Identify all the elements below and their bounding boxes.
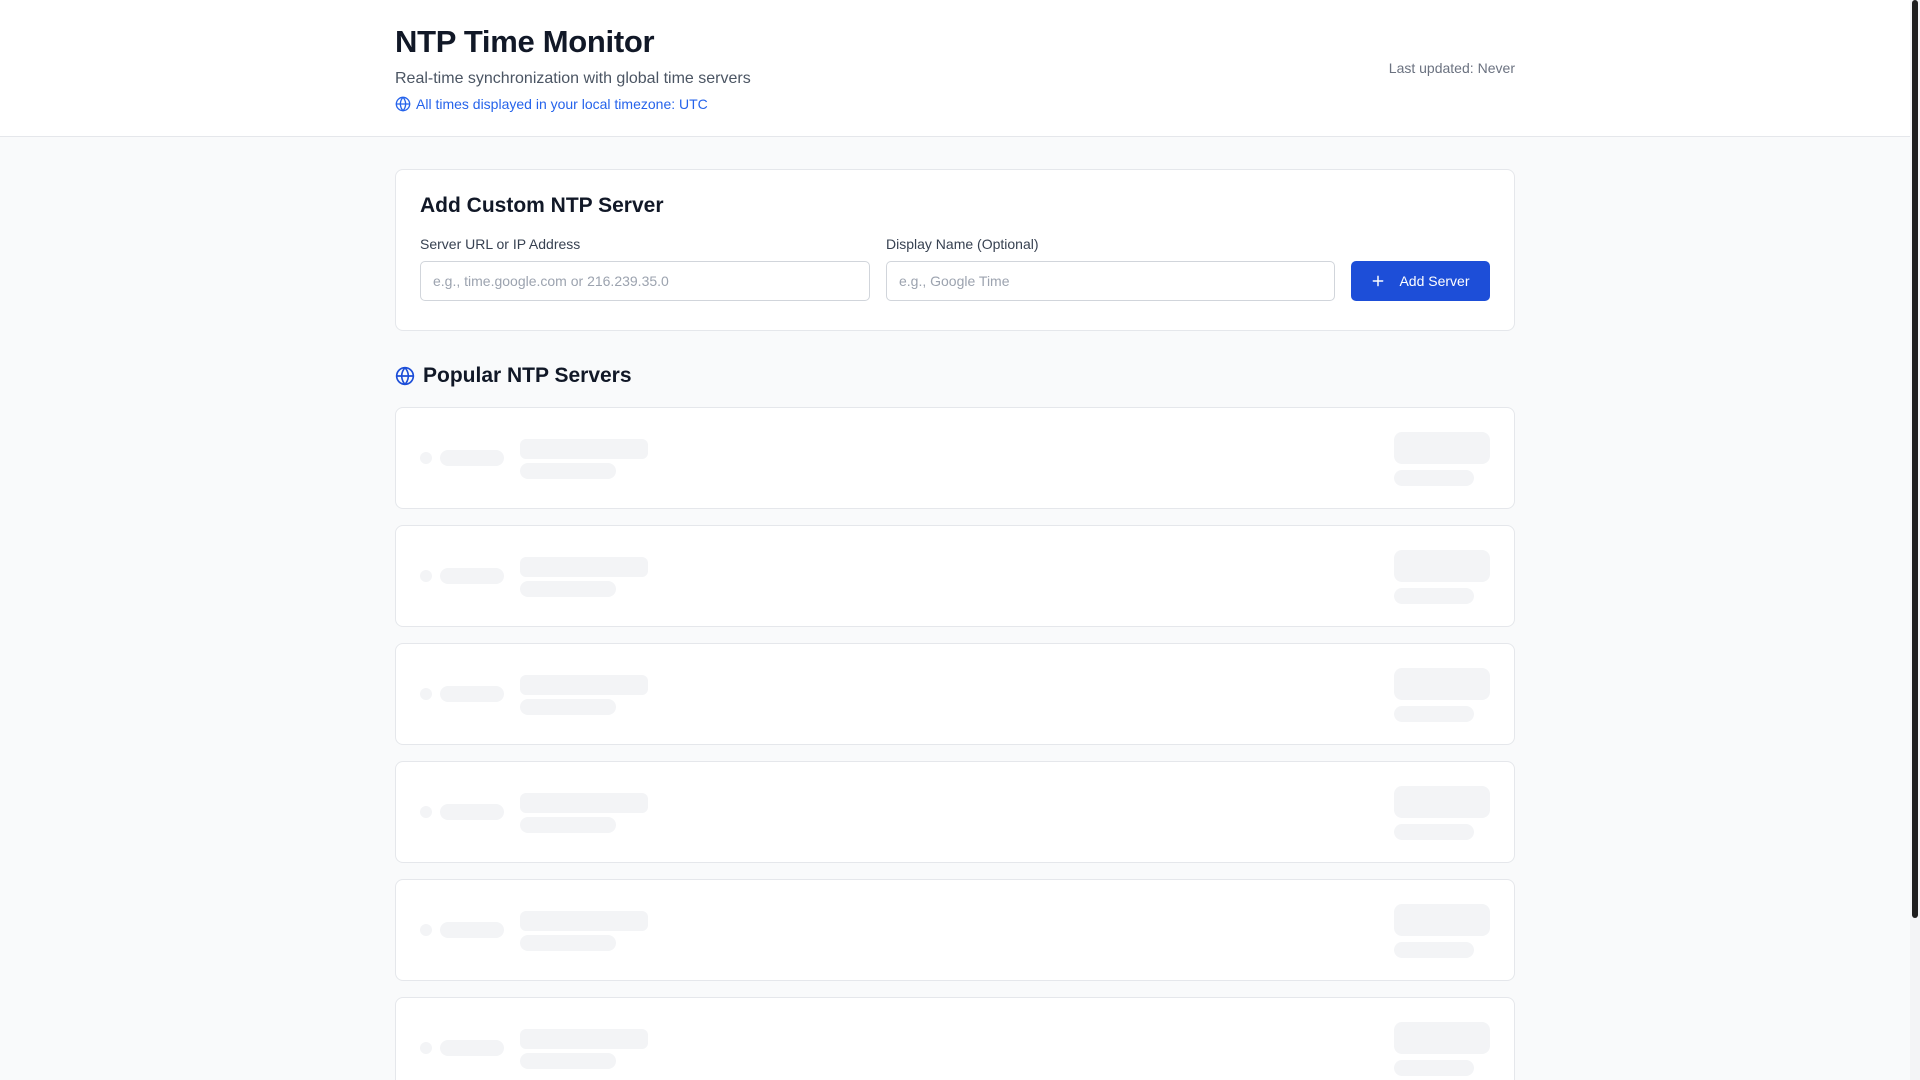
add-server-title: Add Custom NTP Server (420, 194, 664, 217)
scrollbar-thumb[interactable] (1912, 0, 1918, 918)
skeleton-status-label (440, 568, 504, 584)
last-updated: Last updated: Never (1389, 60, 1515, 76)
skeleton-server-host (520, 935, 616, 951)
server-card-loading (395, 997, 1515, 1080)
server-url-field: Server URL or IP Address (420, 236, 870, 301)
skeleton-time (1394, 432, 1490, 464)
server-card-loading (395, 761, 1515, 863)
display-name-label: Display Name (Optional) (886, 236, 1039, 252)
skeleton-status-label (440, 686, 504, 702)
display-name-input[interactable] (886, 261, 1335, 301)
add-server-form: Server URL or IP Address Display Name (O… (420, 236, 1490, 301)
skeleton-server-name (520, 439, 648, 459)
skeleton-server-host (520, 817, 616, 833)
skeleton-server-name (520, 911, 648, 931)
page-title: NTP Time Monitor (395, 24, 655, 59)
skeleton-status-label (440, 1040, 504, 1056)
skeleton-server-name (520, 793, 648, 813)
skeleton-time (1394, 904, 1490, 936)
display-name-field: Display Name (Optional) (886, 236, 1335, 301)
skeleton-server-host (520, 581, 616, 597)
add-server-card: Add Custom NTP Server Server URL or IP A… (395, 169, 1515, 331)
skeleton-time (1394, 1022, 1490, 1054)
header-content: NTP Time Monitor Real-time synchronizati… (395, 24, 1515, 112)
skeleton-offset (1394, 470, 1474, 486)
timezone-note-text: All times displayed in your local timezo… (416, 96, 708, 112)
popular-servers-heading: Popular NTP Servers (395, 364, 632, 388)
skeleton-status-label (440, 450, 504, 466)
plus-icon (1373, 275, 1384, 287)
server-card-loading (395, 643, 1515, 745)
skeleton-status-dot (420, 1042, 432, 1054)
skeleton-time (1394, 786, 1490, 818)
timezone-note: All times displayed in your local timezo… (395, 96, 1515, 112)
skeleton-status-dot (420, 924, 432, 936)
server-card-loading (395, 407, 1515, 509)
skeleton-status-dot (420, 688, 432, 700)
skeleton-offset (1394, 1060, 1474, 1076)
skeleton-offset (1394, 706, 1474, 722)
skeleton-offset (1394, 588, 1474, 604)
skeleton-time (1394, 550, 1490, 582)
page-subtitle: Real-time synchronization with global ti… (395, 70, 751, 87)
server-card-loading (395, 525, 1515, 627)
server-url-label: Server URL or IP Address (420, 236, 581, 252)
page-header: NTP Time Monitor Real-time synchronizati… (0, 0, 1910, 137)
skeleton-offset (1394, 942, 1474, 958)
server-card-loading (395, 879, 1515, 981)
add-server-button-label: Add Server (1399, 273, 1470, 289)
globe-icon (395, 96, 411, 112)
add-server-button[interactable]: Add Server (1351, 261, 1490, 301)
skeleton-status-label (440, 804, 504, 820)
popular-servers-title: Popular NTP Servers (423, 364, 632, 387)
skeleton-status-label (440, 922, 504, 938)
skeleton-time (1394, 668, 1490, 700)
server-url-input[interactable] (420, 261, 870, 301)
skeleton-offset (1394, 824, 1474, 840)
skeleton-server-host (520, 463, 616, 479)
skeleton-status-dot (420, 806, 432, 818)
skeleton-server-host (520, 699, 616, 715)
skeleton-status-dot (420, 570, 432, 582)
last-updated-label: Last updated: (1388, 60, 1474, 76)
skeleton-server-name (520, 1029, 648, 1049)
last-updated-value: Never (1477, 60, 1515, 76)
globe-icon (395, 366, 415, 386)
skeleton-server-name (520, 675, 648, 695)
skeleton-server-host (520, 1053, 616, 1069)
skeleton-server-name (520, 557, 648, 577)
skeleton-status-dot (420, 452, 432, 464)
